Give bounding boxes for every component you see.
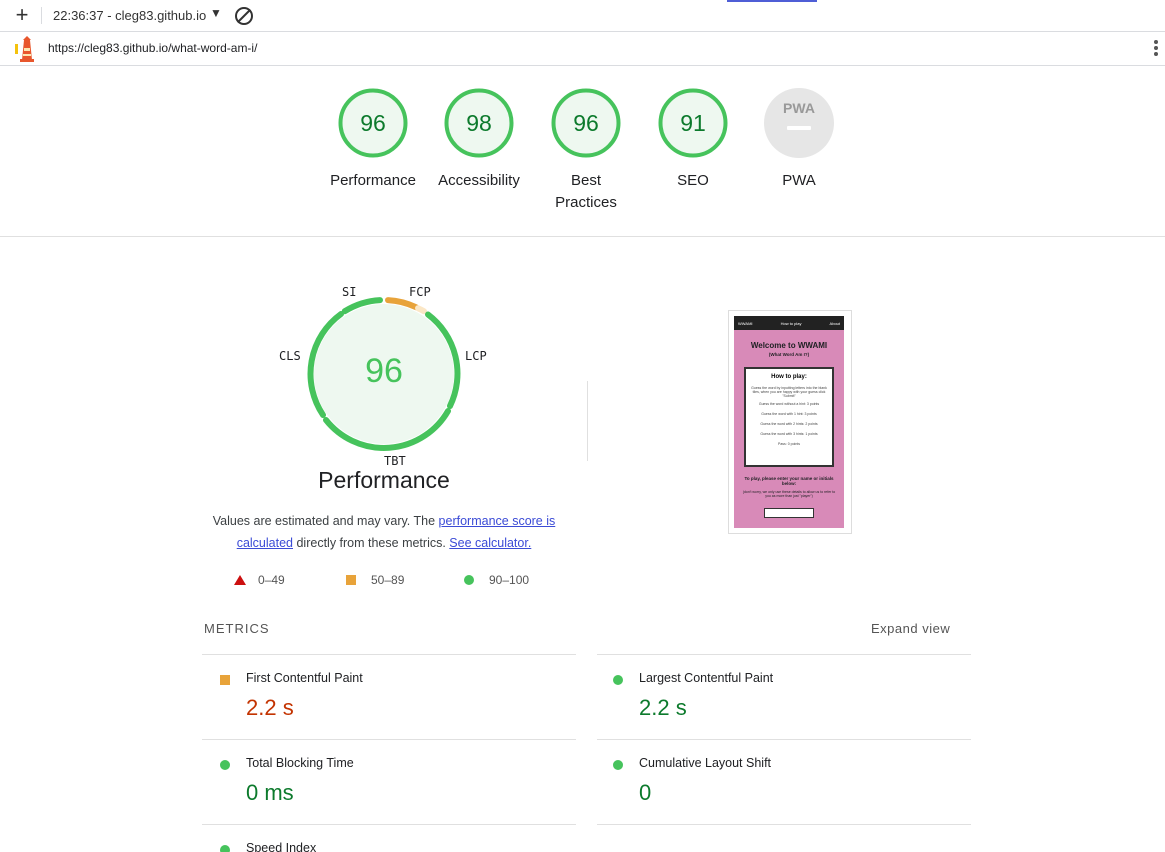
gauge-pwa[interactable]: PWA PWA	[744, 88, 854, 192]
triangle-icon	[234, 575, 246, 585]
legend-fail: 0–49	[234, 573, 285, 587]
nav-text: WWAMI	[738, 320, 753, 326]
screenshot-name-input	[764, 508, 814, 518]
metric-name: First Contentful Paint	[246, 671, 363, 685]
legend-average: 50–89	[346, 573, 404, 587]
gauge-best-practices[interactable]: 96 Best Practices	[531, 88, 641, 214]
audited-url[interactable]: https://cleg83.github.io/what-word-am-i/	[48, 41, 257, 55]
legend-range: 90–100	[489, 573, 530, 587]
gauge-label: PWA	[782, 172, 816, 189]
gauge-score: 91	[680, 110, 706, 136]
screenshot-small: (don't worry, we only use these details …	[742, 490, 836, 498]
gauge-ring: 91	[658, 88, 728, 158]
gauge-ring: 96	[338, 88, 408, 158]
screenshot-heading: Welcome to WWAMI	[750, 341, 828, 350]
metric-lcp: Largest Contentful Paint 2.2 s	[597, 654, 971, 740]
metric-value: 0 ms	[246, 780, 294, 805]
pwa-badge: PWA	[764, 88, 834, 158]
square-icon	[220, 675, 230, 685]
lighthouse-icon	[15, 36, 34, 62]
circle-icon	[613, 675, 623, 685]
metric-value: 2.2 s	[639, 695, 687, 720]
segment-fcp-rest	[415, 305, 427, 315]
gauge-label: SEO	[677, 172, 709, 189]
gauge-label: Accessibility	[438, 172, 520, 189]
score-note: Values are estimated and may vary. The p…	[200, 510, 568, 554]
gauge-label: Best Practices	[555, 172, 617, 211]
gauge-score: 96	[360, 110, 386, 136]
legend-range: 0–49	[258, 573, 285, 587]
box-line: Guess the word with 2 hints: 2 points	[760, 422, 818, 426]
vertical-divider	[587, 381, 588, 461]
gauge-ring: 96	[551, 88, 621, 158]
gauge-accessibility[interactable]: 98 Accessibility	[424, 88, 534, 192]
box-line: Guess the word by inputting letters into…	[751, 386, 827, 398]
box-line: Guess the word with 1 hint: 3 points	[761, 412, 817, 416]
segment-label-lcp: LCP	[465, 349, 487, 363]
box-title: How to play:	[771, 374, 807, 380]
circle-icon	[220, 760, 230, 770]
gauge-score: 98	[466, 110, 492, 136]
final-screenshot[interactable]: WWAMI How to play About Welcome to WWAMI…	[728, 310, 852, 534]
metric-name: Speed Index	[246, 841, 317, 852]
nav-text: About	[829, 320, 840, 326]
active-tab-indicator	[727, 0, 817, 2]
toolbar-divider	[41, 7, 42, 24]
segment-label-fcp: FCP	[409, 285, 431, 299]
square-icon	[346, 575, 356, 585]
metric-name: Cumulative Layout Shift	[639, 756, 772, 770]
metric-tbt: Total Blocking Time 0 ms	[202, 739, 576, 825]
metric-name: Total Blocking Time	[246, 756, 354, 770]
gauge-score: 96	[573, 110, 599, 136]
note-text: Values are estimated and may vary. The	[212, 514, 439, 528]
gauge-label: Performance	[330, 172, 416, 189]
expand-view-toggle[interactable]: Expand view	[871, 621, 950, 636]
metric-value: 0	[639, 780, 652, 805]
box-line: Pass: 0 points	[778, 442, 800, 446]
chevron-down-icon[interactable]: ▼	[210, 6, 222, 20]
screenshot-page: WWAMI How to play About Welcome to WWAMI…	[734, 316, 844, 528]
category-gauges: 96 Performance 98 Accessibility 96 Best …	[0, 66, 1165, 237]
screenshot-nav: WWAMI How to play About	[734, 316, 844, 330]
new-report-icon[interactable]: +	[12, 4, 32, 26]
screenshot-subheading: (What Word Am I?)	[768, 352, 810, 357]
performance-title: Performance	[318, 467, 450, 493]
see-calculator-link[interactable]: See calculator.	[449, 536, 531, 550]
devtools-toolbar: + 22:36:37 - cleg83.github.io ▼	[0, 0, 1165, 32]
legend-range: 50–89	[371, 573, 405, 587]
gauge-performance[interactable]: 96 Performance	[318, 88, 428, 192]
segment-label-cls: CLS	[279, 349, 301, 363]
segment-label-si: SI	[342, 285, 357, 299]
metric-fcp: First Contentful Paint 2.2 s	[202, 654, 576, 740]
more-options-icon[interactable]	[1152, 39, 1160, 59]
metric-value: 2.2 s	[246, 695, 294, 720]
gauge-seo[interactable]: 91 SEO	[638, 88, 748, 192]
screenshot-prompt: To play, please enter your name or initi…	[744, 476, 834, 486]
screenshot-howto-box: How to play: Guess the word by inputting…	[744, 367, 834, 467]
report-selector[interactable]: 22:36:37 - cleg83.github.io	[53, 8, 206, 23]
pwa-dash	[787, 126, 811, 130]
clear-icon[interactable]	[235, 7, 253, 25]
metric-name: Largest Contentful Paint	[639, 671, 774, 685]
gauge-ring: 98	[444, 88, 514, 158]
segment-label-tbt: TBT	[384, 454, 406, 468]
box-line: Guess the word without a hint: 3 points	[758, 402, 820, 406]
circle-icon	[464, 575, 474, 585]
performance-gauge: 96	[307, 297, 461, 451]
circle-icon	[613, 760, 623, 770]
note-text-mid: directly from these metrics.	[293, 536, 450, 550]
legend-pass: 90–100	[464, 573, 529, 587]
metric-si: Speed Index	[202, 824, 576, 852]
box-line: Guess the word with 3 hints: 1 points	[760, 432, 818, 436]
nav-text: How to play	[780, 320, 802, 326]
metric-cls: Cumulative Layout Shift 0	[597, 739, 971, 825]
url-bar: https://cleg83.github.io/what-word-am-i/	[0, 32, 1165, 66]
pwa-icon: PWA	[783, 100, 815, 116]
performance-score: 96	[365, 352, 403, 390]
metrics-heading: METRICS	[204, 621, 270, 636]
metric-row-divider	[597, 824, 971, 852]
